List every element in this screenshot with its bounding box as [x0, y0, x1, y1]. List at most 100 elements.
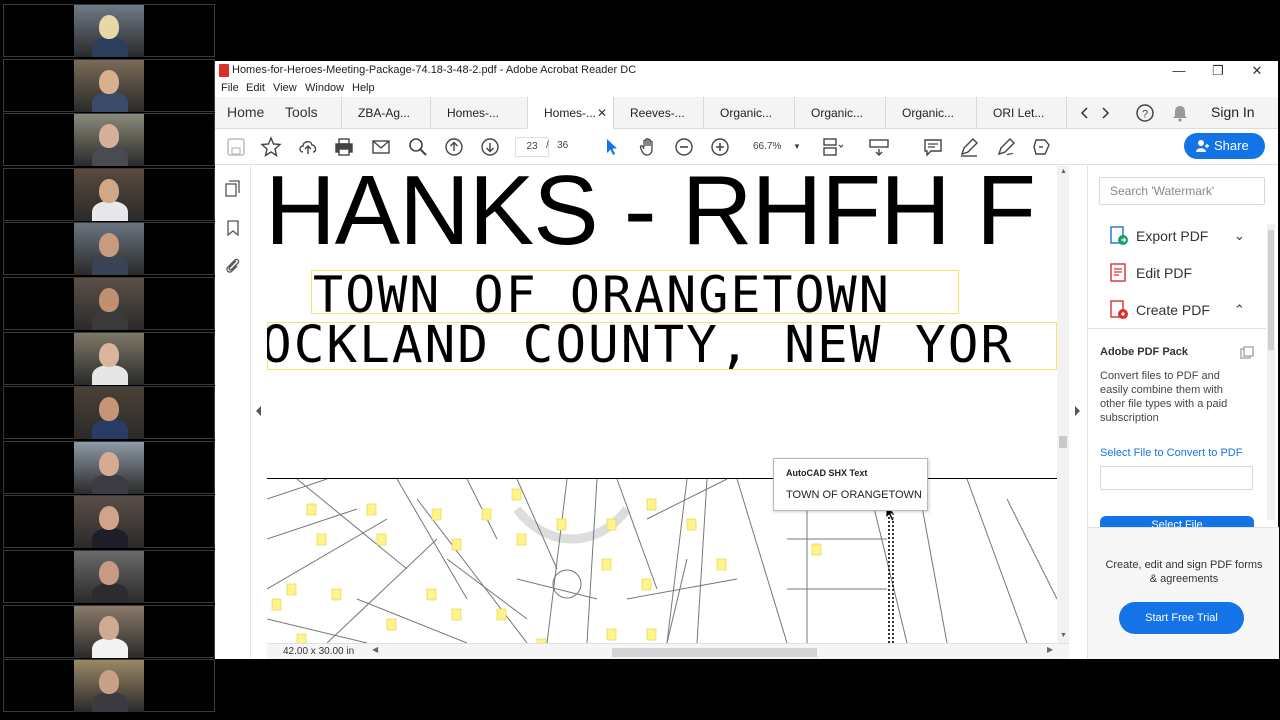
upload-cloud-icon[interactable]: [297, 136, 319, 158]
tab-tools[interactable]: Tools: [285, 104, 318, 120]
keyboard-scroll-icon[interactable]: [868, 136, 890, 158]
doc-tab-4[interactable]: Reeves-...: [613, 97, 703, 129]
participant-tile[interactable]: [3, 604, 215, 658]
email-icon[interactable]: [370, 136, 392, 158]
participant-video-feed: [74, 223, 144, 276]
menu-help[interactable]: Help: [352, 82, 375, 94]
participant-tile[interactable]: [3, 58, 215, 112]
zoom-out-icon[interactable]: [673, 136, 695, 158]
doc-tab-8[interactable]: ORI Let...: [976, 97, 1067, 129]
participant-tile[interactable]: [3, 331, 215, 385]
participant-tile[interactable]: [3, 222, 215, 276]
page-number-input[interactable]: 23: [515, 137, 549, 157]
promo-text: Create, edit and sign PDF forms & agreem…: [1105, 559, 1263, 585]
doc-tab-5[interactable]: Organic...: [703, 97, 794, 129]
map-line: [416, 498, 528, 643]
lot-number-tag: [641, 578, 652, 591]
participant-tile[interactable]: [3, 659, 215, 713]
scroll-tabs-right-icon[interactable]: [1099, 107, 1111, 119]
start-free-trial-button[interactable]: Start Free Trial: [1119, 602, 1244, 634]
tab-label: Reeves-...: [630, 106, 685, 120]
panel-scrollbar[interactable]: [1267, 224, 1275, 520]
document-page[interactable]: HANKS - RHFH F TOWN OF ORANGETOWN OCKLAN…: [267, 166, 1057, 643]
share-button[interactable]: Share: [1184, 133, 1265, 159]
participant-video-feed: [74, 114, 144, 167]
doc-tab-1[interactable]: ZBA-Ag...: [341, 97, 430, 129]
close-tab-icon[interactable]: ✕: [597, 97, 607, 129]
scroll-down-icon[interactable]: ▼: [1060, 632, 1067, 639]
zoom-level-select[interactable]: 66.7% ▼: [743, 137, 801, 157]
menu-view[interactable]: View: [273, 82, 297, 94]
menu-window[interactable]: Window: [305, 82, 344, 94]
hand-tool-icon[interactable]: [637, 136, 659, 158]
page-display-icon[interactable]: [821, 136, 843, 158]
tab-home[interactable]: Home: [227, 104, 264, 120]
doc-tab-7[interactable]: Organic...: [885, 97, 976, 129]
lot-number-tag: [686, 518, 697, 531]
chevron-up-icon[interactable]: ⌃: [1234, 302, 1245, 318]
participant-tile[interactable]: [3, 4, 215, 57]
lot-number-tag: [481, 508, 492, 521]
help-icon[interactable]: ?: [1135, 103, 1155, 123]
page-thumbnails-icon[interactable]: [224, 180, 242, 198]
previous-page-icon[interactable]: [443, 136, 465, 158]
panel-scroll-thumb[interactable]: [1268, 230, 1274, 350]
participant-tile[interactable]: [3, 550, 215, 603]
print-icon[interactable]: [333, 136, 355, 158]
doc-tab-3-active[interactable]: Homes-... ✕: [527, 97, 613, 129]
vertical-scroll-thumb[interactable]: [1059, 436, 1067, 448]
save-icon[interactable]: [225, 136, 247, 158]
bookmarks-icon[interactable]: [224, 219, 242, 237]
county-line: OCKLAND COUNTY, NEW YOR: [267, 316, 1014, 375]
select-cursor-icon[interactable]: [601, 136, 623, 158]
collapse-left-panel-icon[interactable]: [255, 406, 263, 416]
map-line: [267, 618, 368, 643]
menu-bar: File Edit View Window Help: [215, 81, 1278, 97]
scroll-right-icon[interactable]: ▶: [1047, 645, 1053, 654]
more-tools-icon[interactable]: [1031, 136, 1053, 158]
zoom-in-icon[interactable]: [709, 136, 731, 158]
select-file-to-convert-link[interactable]: Select File to Convert to PDF: [1100, 447, 1242, 459]
comment-icon[interactable]: [922, 136, 944, 158]
scroll-left-icon[interactable]: ◀: [372, 645, 378, 654]
tools-search-input[interactable]: Search 'Watermark': [1099, 177, 1265, 205]
file-select-field[interactable]: [1100, 466, 1253, 490]
horizontal-scrollbar[interactable]: 42.00 x 30.00 in ◀ ▶: [267, 643, 1069, 659]
bookmark-star-icon[interactable]: [260, 136, 282, 158]
horizontal-scroll-thumb[interactable]: [612, 648, 817, 657]
next-page-icon[interactable]: [479, 136, 501, 158]
pdf-pack-description: Convert files to PDF and easily combine …: [1100, 370, 1228, 424]
fill-sign-icon[interactable]: [995, 136, 1017, 158]
participant-tile[interactable]: [3, 386, 215, 440]
attachments-icon[interactable]: [224, 256, 242, 274]
lot-number-tag: [601, 558, 612, 571]
participant-tile[interactable]: [3, 495, 215, 549]
scroll-up-icon[interactable]: ▲: [1060, 168, 1067, 175]
scroll-tabs-left-icon[interactable]: [1079, 107, 1091, 119]
map-line: [356, 598, 468, 643]
participant-tile[interactable]: [3, 277, 215, 330]
highlight-pen-icon[interactable]: [958, 136, 980, 158]
notification-bell-icon[interactable]: [1171, 104, 1189, 122]
lot-number-tag: [516, 533, 527, 546]
restore-button[interactable]: ❐: [1200, 61, 1236, 81]
menu-edit[interactable]: Edit: [246, 82, 265, 94]
create-pdf-icon: [1110, 300, 1128, 319]
page-total: / 36: [546, 140, 568, 151]
close-window-button[interactable]: ✕: [1239, 61, 1275, 81]
participant-tile[interactable]: [3, 440, 215, 494]
minimize-button[interactable]: —: [1161, 61, 1197, 81]
doc-tab-6[interactable]: Organic...: [794, 97, 885, 129]
autocad-text-tooltip: AutoCAD SHX Text TOWN OF ORANGETOWN: [773, 458, 928, 511]
vertical-scrollbar[interactable]: ▲ ▼: [1057, 166, 1069, 643]
collapse-right-panel-icon[interactable]: [1073, 406, 1081, 416]
chevron-down-icon[interactable]: ⌄: [1234, 228, 1245, 244]
doc-tab-2[interactable]: Homes-...: [430, 97, 527, 129]
promo-section: Create, edit and sign PDF forms & agreem…: [1088, 527, 1279, 659]
search-icon[interactable]: [407, 136, 429, 158]
participant-tile[interactable]: [3, 167, 215, 221]
participant-tile[interactable]: [3, 113, 215, 167]
sign-in-link[interactable]: Sign In: [1211, 104, 1255, 120]
menu-file[interactable]: File: [221, 82, 239, 94]
pdf-pack-icon: [1240, 346, 1254, 359]
